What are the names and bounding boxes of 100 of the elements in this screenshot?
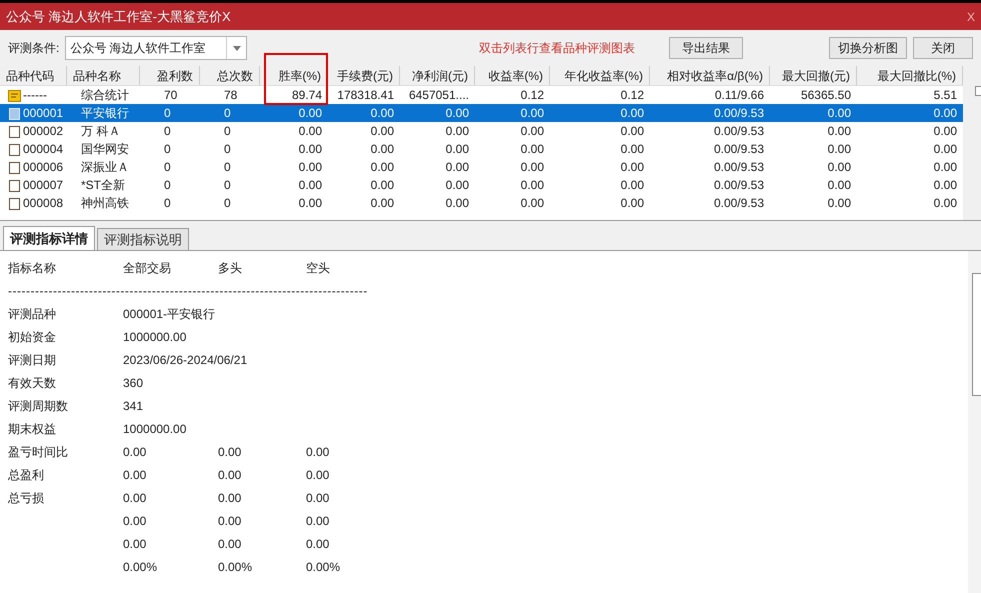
- table-cell-text: 0: [164, 105, 171, 122]
- document-icon: [8, 196, 21, 210]
- table-cell-text: 0: [224, 105, 231, 122]
- metric-label: 评测日期: [8, 352, 56, 369]
- table-cell-text: *ST全新: [81, 177, 126, 194]
- metric-value: 0.00: [218, 444, 242, 461]
- column-header[interactable]: 胜率(%): [278, 66, 321, 84]
- column-header[interactable]: 总次数: [217, 66, 253, 84]
- table-cell-text: 0.00: [520, 123, 544, 140]
- column-header: 全部交易: [123, 260, 171, 277]
- table-cell-text: 0.00: [934, 141, 957, 158]
- table-cell-text: 0.00: [934, 159, 957, 176]
- window-title: 公众号 海边人软件工作室-大黑鲨竞价X: [6, 8, 231, 26]
- table-cell-text: 178318.41: [337, 87, 394, 104]
- metric-value: 0.00: [123, 490, 146, 507]
- tab[interactable]: 评测指标说明: [97, 228, 189, 250]
- metric-value: 2023/06/26-2024/06/21: [123, 352, 248, 369]
- table-cell-text: 0.00: [934, 105, 957, 122]
- table-cell-text: 0.00: [446, 141, 469, 158]
- table-cell-text: 0.00: [620, 195, 644, 212]
- table-cell-text: 0: [164, 123, 171, 140]
- condition-dropdown[interactable]: 公众号 海边人软件工作室: [65, 36, 248, 60]
- table-cell-text: 0.00: [934, 195, 957, 212]
- table-cell-text: 0.00: [828, 141, 851, 158]
- table-cell-text: 0.11/9.66: [714, 87, 764, 104]
- table-cell-text: 000002: [23, 123, 64, 140]
- metric-label: 评测品种: [8, 306, 56, 323]
- table-cell-text: 国华网安: [81, 141, 129, 158]
- table-cell-text: 0.00: [446, 195, 469, 212]
- metric-value: 0.00: [306, 444, 330, 461]
- table-cell-text: 0.00/9.53: [714, 177, 764, 194]
- metric-value: 0.00: [218, 513, 242, 530]
- table-cell-text: 78: [224, 87, 238, 104]
- column-header: 指标名称: [8, 260, 56, 277]
- metric-value: 360: [123, 375, 144, 392]
- table-cell-text: 0.00: [620, 159, 644, 176]
- column-header[interactable]: 年化收益率(%): [564, 66, 643, 84]
- table-cell-text: 0.00: [446, 123, 469, 140]
- table-cell-text: 56365.50: [800, 87, 851, 104]
- metric-label: 评测周期数: [8, 398, 68, 415]
- column-header[interactable]: 最大回撤比(%): [877, 66, 956, 84]
- metric-value: 0.00%: [123, 559, 158, 576]
- table-cell-text: 0.00: [370, 195, 394, 212]
- table-cell-text: 0.00: [620, 123, 644, 140]
- table-cell-text: 0.00: [370, 177, 394, 194]
- table-cell-text: 0.00: [828, 105, 851, 122]
- column-header[interactable]: 盈利数: [157, 66, 193, 84]
- metric-value: 0.00: [306, 490, 330, 507]
- table-cell-text: 平安银行: [81, 105, 129, 122]
- scrollbar-thumb[interactable]: [972, 273, 981, 396]
- table-cell-text: 0.00: [934, 123, 957, 140]
- export-button[interactable]: 导出结果: [669, 37, 743, 59]
- table-cell-text: 0.00: [620, 105, 644, 122]
- metric-value: 0.00: [123, 444, 146, 461]
- column-header[interactable]: 品种名称: [73, 66, 121, 84]
- table-cell-text: 0.00/9.53: [714, 105, 764, 122]
- table-cell-text: 0: [224, 159, 231, 176]
- column-header[interactable]: 收益率(%): [488, 66, 543, 84]
- table-cell-text: 0.00/9.53: [714, 141, 764, 158]
- table-cell-text: 0.00: [298, 195, 322, 212]
- table-cell-text: 0: [164, 195, 171, 212]
- table-cell-text: 0.12: [520, 87, 544, 104]
- column-header: 空头: [306, 260, 330, 277]
- metric-value: 0.00: [218, 490, 242, 507]
- document-icon: [8, 106, 21, 120]
- metric-value: 341: [123, 398, 144, 415]
- table-cell-text: 5.51: [934, 87, 957, 104]
- table-cell-text: 0.00: [298, 123, 322, 140]
- table-cell-text: 0: [164, 159, 171, 176]
- column-header[interactable]: 相对收益率α/β(%): [667, 66, 763, 84]
- column-header[interactable]: 手续费(元): [337, 66, 393, 84]
- table-cell-text: 0.00: [828, 159, 851, 176]
- condition-label: 评测条件:: [8, 40, 60, 57]
- table-cell-text: 0: [224, 123, 231, 140]
- table-cell-text: 0.00: [298, 159, 322, 176]
- selected-row[interactable]: 000001 平安银行 0 0 0.00 0.00 0.00 0.00 0.00 0.00/9.53 0.00 0.00: [0, 104, 963, 122]
- document-icon: [8, 142, 21, 156]
- metric-value: 0.00%: [306, 559, 340, 576]
- column-header[interactable]: 最大回撤(元): [782, 66, 850, 84]
- table-cell-text: 000006: [23, 159, 64, 176]
- close-dialog-button[interactable]: 关闭: [913, 37, 973, 59]
- column-header[interactable]: 品种代码: [6, 66, 54, 84]
- metric-value: 0.00: [218, 467, 242, 484]
- table-cell-text: 0.00: [520, 105, 544, 122]
- table-cell-text: ------: [23, 87, 47, 104]
- metric-value: 0.00: [123, 513, 146, 530]
- table-cell-text: 0.00: [520, 159, 544, 176]
- tab[interactable]: 评测指标详情: [3, 226, 95, 250]
- table-cell-text: 0.00: [446, 105, 469, 122]
- document-icon: [8, 160, 21, 174]
- table-cell-text: 89.74: [292, 87, 322, 104]
- column-header[interactable]: 净利润(元): [412, 66, 468, 84]
- table-cell-text: 0: [164, 141, 171, 158]
- table-cell-text: 深振业Ａ: [81, 159, 129, 176]
- metric-label: 初始资金: [8, 329, 56, 346]
- table-cell-text: 0.00: [828, 177, 851, 194]
- switch-chart-button[interactable]: 切换分析图: [829, 37, 907, 59]
- table-cell-text: 0.00: [370, 159, 394, 176]
- table-cell-text: 0.00: [934, 177, 957, 194]
- table-cell-text: 0.00: [828, 195, 851, 212]
